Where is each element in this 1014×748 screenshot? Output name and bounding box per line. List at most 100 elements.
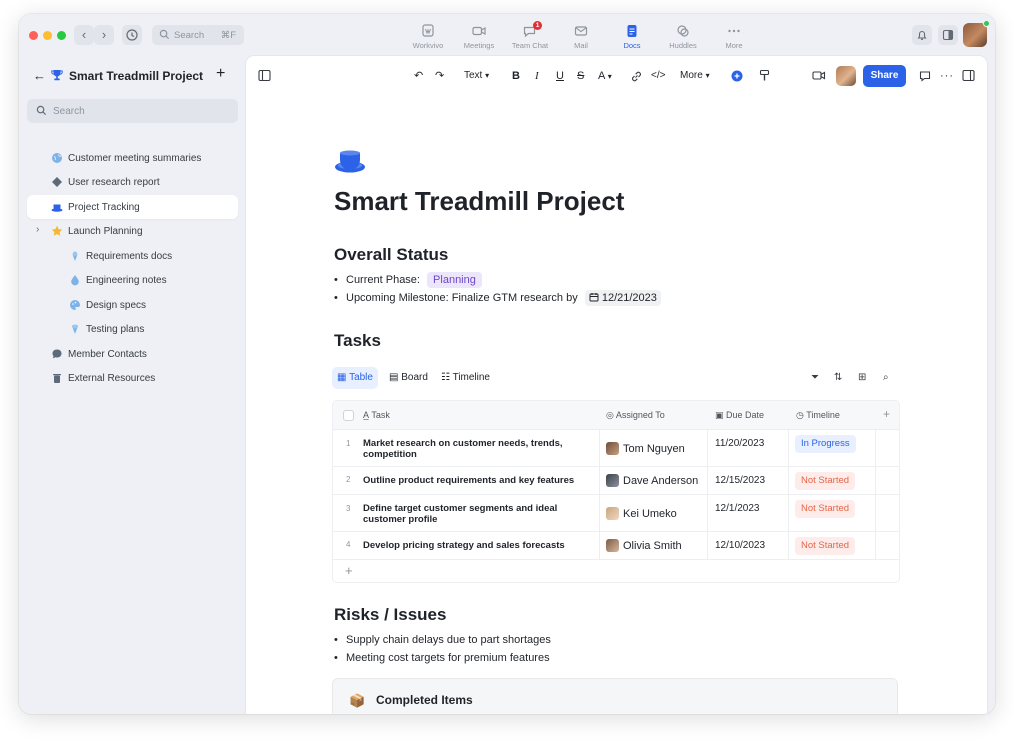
global-search-input[interactable]: Search ⌘F [152,25,244,45]
assignee-cell[interactable]: Tom Nguyen [606,442,685,455]
video-camera-icon[interactable] [812,69,826,82]
sidebar-item-launch-planning[interactable]: › Launch Planning [27,219,238,243]
sidebar-search-input[interactable]: Search [27,99,238,123]
strikethrough-icon[interactable]: S [577,69,584,83]
table-row[interactable]: 1 Market research on customer needs, tre… [333,430,899,467]
document-title[interactable]: Smart Treadmill Project [334,186,624,217]
sidebar-item-design-specs[interactable]: Design specs [27,293,238,317]
due-date-cell[interactable]: 11/20/2023 [715,438,764,449]
more-dropdown[interactable]: More ▾ [680,69,710,83]
app-meetings[interactable]: Meetings [456,22,502,54]
chevron-right-icon[interactable]: › [36,224,39,235]
sidebar-item-project-tracking[interactable]: Project Tracking [27,195,238,219]
sidebar-item-engineering-notes[interactable]: Engineering notes [27,268,238,292]
sidebar-item-testing-plans[interactable]: Testing plans [27,317,238,341]
filter-icon[interactable]: ⏷ [811,372,819,383]
status-cell[interactable]: Not Started [795,472,856,490]
assignee-cell[interactable]: Kei Umeko [606,507,677,520]
app-label: Huddles [669,41,697,50]
close-window-button[interactable] [29,31,38,40]
forward-nav-button[interactable]: › [94,25,114,45]
text-type-icon: A̲ [363,410,370,420]
search-icon[interactable]: ⌕ [883,372,889,383]
text-style-dropdown[interactable]: Text ▾ [464,69,489,83]
insert-plus-icon[interactable] [731,70,743,82]
ice-cream-icon [71,324,79,334]
app-more[interactable]: More [711,22,757,54]
sidebar-item-requirements-docs[interactable]: Requirements docs [27,244,238,268]
app-huddles[interactable]: Huddles [660,22,706,54]
due-date-cell[interactable]: 12/1/2023 [715,503,760,514]
assignee-cell[interactable]: Olivia Smith [606,539,682,552]
task-cell[interactable]: Market research on customer needs, trend… [363,438,573,460]
history-icon [126,29,138,41]
link-icon[interactable] [630,70,643,83]
view-tab-table[interactable]: ▦ Table [332,367,378,389]
add-column-button[interactable]: + [883,407,890,421]
status-cell[interactable]: Not Started [795,500,856,518]
mail-icon [574,26,588,36]
completed-items-callout[interactable]: 📦 Completed Items [332,678,898,714]
assignee-cell[interactable]: Dave Anderson [606,474,698,487]
sort-icon[interactable]: ⇅ [834,372,842,383]
format-painter-icon[interactable] [758,69,771,82]
table-row[interactable]: 3 Define target customer segments and id… [333,495,899,532]
select-all-checkbox[interactable] [343,410,354,421]
add-row-button[interactable]: + [345,563,353,578]
notifications-button[interactable] [912,25,932,45]
side-panel-icon[interactable] [962,69,975,82]
underline-icon[interactable]: U [556,69,564,83]
column-header-assigned-to[interactable]: ◎ Assigned To [606,410,665,421]
sidebar-item-external-resources[interactable]: External Resources [27,366,238,390]
app-docs[interactable]: Docs [609,22,655,54]
minimize-window-button[interactable] [43,31,52,40]
task-cell[interactable]: Develop pricing strategy and sales forec… [363,540,603,551]
comment-icon[interactable] [919,70,931,82]
text-color-dropdown[interactable]: A ▾ [598,69,612,84]
status-cell[interactable]: In Progress [795,435,856,453]
collaborator-avatar[interactable] [836,66,856,86]
task-cell[interactable]: Outline product requirements and key fea… [363,475,603,486]
status-cell[interactable]: Not Started [795,537,856,555]
due-date-cell[interactable]: 12/15/2023 [715,475,765,486]
more-options-icon[interactable]: ··· [940,69,954,83]
sidebar-item-label: Requirements docs [86,251,173,262]
back-arrow-icon[interactable]: ← [33,68,46,83]
sidebar-item-customer-meeting-summaries[interactable]: Customer meeting summaries [27,146,238,170]
column-header-timeline[interactable]: ◷ Timeline [796,410,840,421]
add-page-button[interactable]: + [216,65,225,83]
panel-toggle-button[interactable] [938,25,958,45]
app-team-chat[interactable]: 1 Team Chat [507,21,553,54]
app-mail[interactable]: Mail [558,22,604,54]
user-avatar[interactable] [963,20,990,47]
column-header-due-date[interactable]: ▣ Due Date [715,410,764,421]
layout-icon[interactable]: ⊞ [858,372,866,383]
milestone-label: Upcoming Milestone: Finalize GTM researc… [346,292,578,304]
view-tab-timeline[interactable]: ☷ Timeline [436,367,495,389]
app-workvivo[interactable]: Workvivo [405,22,451,54]
bold-icon[interactable]: B [512,69,520,83]
search-placeholder: Search [174,30,205,41]
app-label: Workvivo [412,41,444,50]
back-nav-button[interactable]: ‹ [74,25,94,45]
italic-icon[interactable]: I [535,69,539,83]
row-number: 3 [346,504,351,513]
milestone-date-chip[interactable]: 12/21/2023 [584,290,661,306]
assignee-name: Kei Umeko [623,507,677,520]
code-icon[interactable]: </> [651,69,665,83]
table-row[interactable]: 2 Outline product requirements and key f… [333,467,899,495]
table-row[interactable]: 4 Develop pricing strategy and sales for… [333,532,899,560]
sidebar-toggle-icon[interactable] [258,69,271,82]
column-header-task[interactable]: A̲ Task [363,410,390,420]
undo-icon[interactable]: ↶ [414,69,423,83]
sidebar-item-member-contacts[interactable]: Member Contacts [27,342,238,366]
redo-icon[interactable]: ↷ [435,69,444,83]
due-date-cell[interactable]: 12/10/2023 [715,540,765,551]
task-cell[interactable]: Define target customer segments and idea… [363,503,573,525]
maximize-window-button[interactable] [57,31,66,40]
phase-tag[interactable]: Planning [427,272,482,288]
share-button[interactable]: Share [863,65,906,87]
history-button[interactable] [122,25,142,45]
view-tab-board[interactable]: ▤ Board [384,367,433,389]
sidebar-item-user-research-report[interactable]: User research report [27,170,238,194]
